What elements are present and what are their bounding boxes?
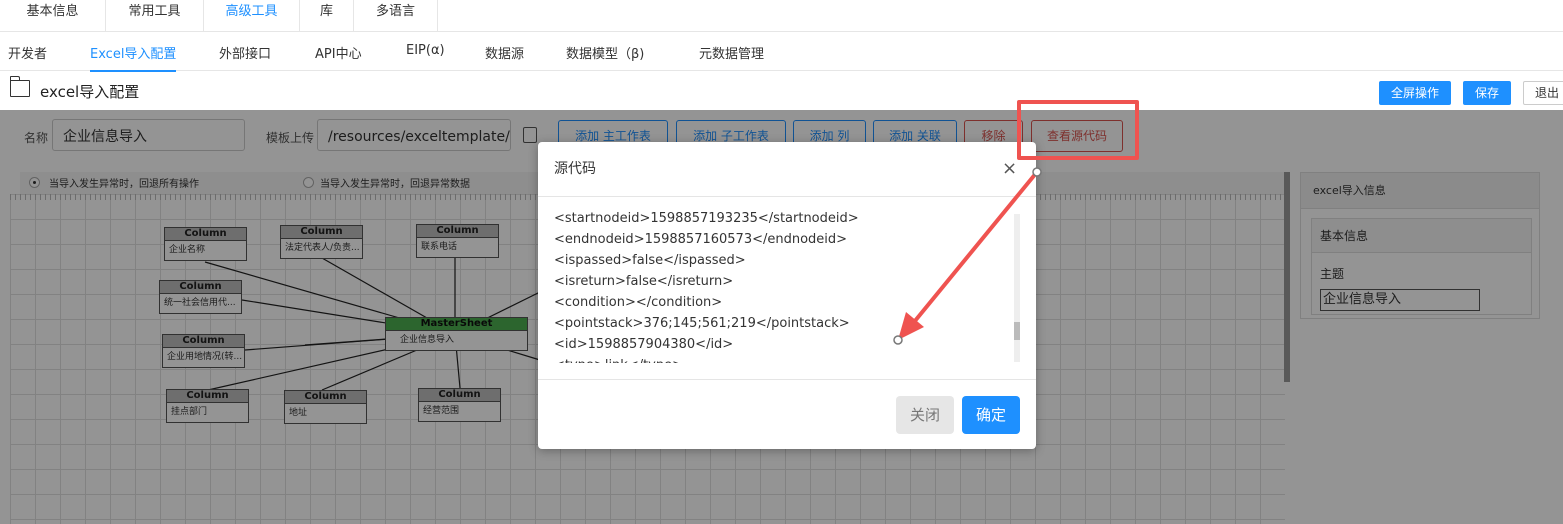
source-code-dialog: 源代码 × <startnodeid>1598857193235</startn…	[538, 142, 1036, 449]
close-icon[interactable]: ×	[1002, 160, 1017, 178]
scrollbar-thumb[interactable]	[1014, 322, 1020, 340]
dialog-title: 源代码	[554, 161, 596, 177]
source-code-textarea[interactable]: <startnodeid>1598857193235</startnodeid>…	[554, 208, 1014, 363]
code-line: <endnodeid>1598857160573</endnodeid>	[554, 232, 848, 247]
code-line: <ispassed>false</ispassed>	[554, 253, 746, 268]
code-line: <type>link</type>	[554, 355, 1014, 363]
annotation-highlight-box	[1017, 100, 1139, 160]
textarea-scrollbar[interactable]	[1014, 214, 1020, 362]
divider	[538, 196, 1036, 197]
code-line: <isreturn>false</isreturn>	[554, 274, 734, 289]
code-line: <startnodeid>1598857193235</startnodeid>	[554, 211, 859, 226]
confirm-button[interactable]: 确定	[962, 396, 1020, 434]
code-line: <id>1598857904380</id>	[554, 337, 734, 352]
code-line: <pointstack>376;145;561;219</pointstack>	[554, 316, 850, 331]
divider	[538, 379, 1036, 380]
close-button[interactable]: 关闭	[896, 396, 954, 434]
code-line: <condition></condition>	[554, 295, 723, 310]
